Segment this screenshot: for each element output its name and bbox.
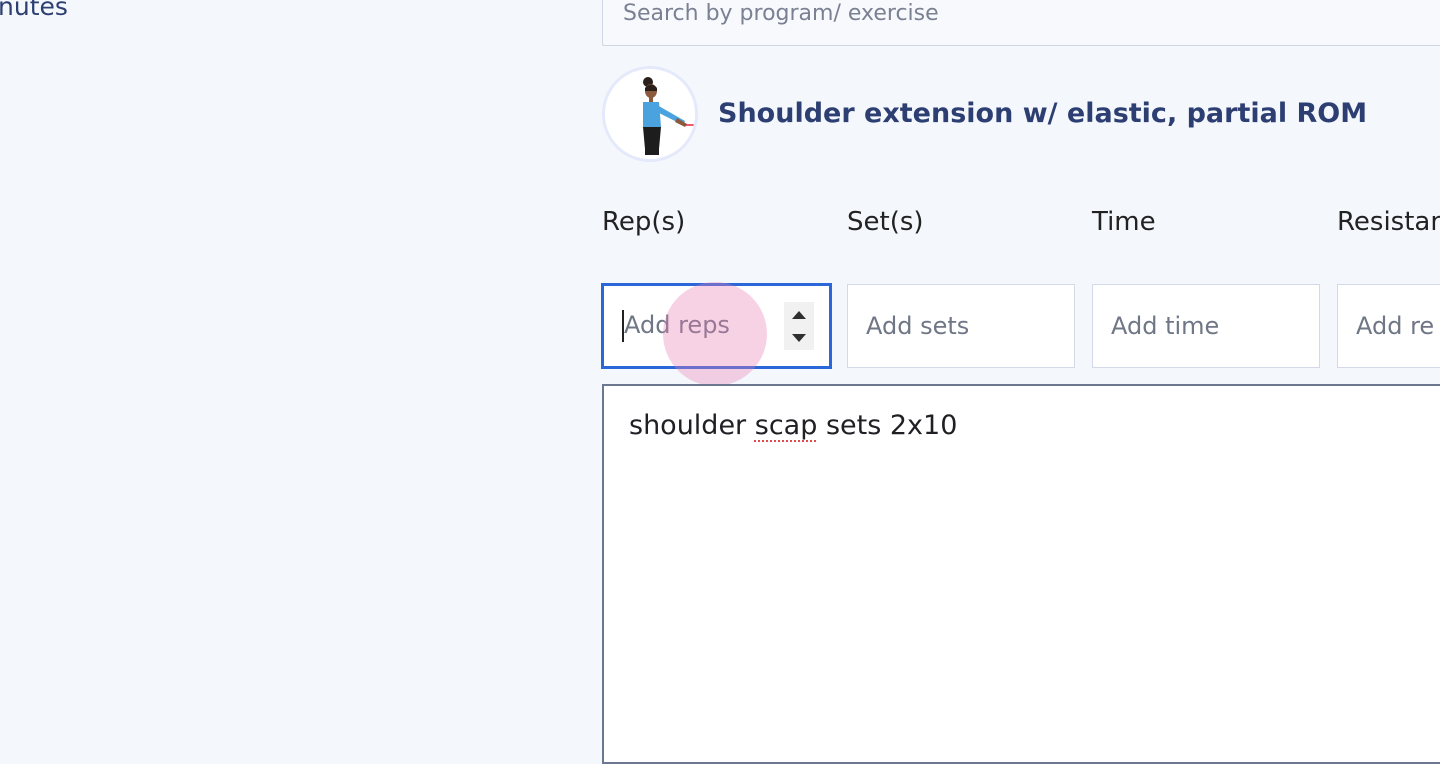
misspelled-word: scap xyxy=(754,410,818,441)
time-label: Time xyxy=(1092,207,1156,237)
time-input[interactable] xyxy=(1109,311,1303,341)
notes-text-prefix: shoulder xyxy=(629,410,755,441)
exercise-title[interactable]: Shoulder extension w/ elastic, partial R… xyxy=(718,98,1367,129)
sets-input[interactable] xyxy=(864,311,1058,341)
reps-field[interactable] xyxy=(601,283,832,369)
sets-field[interactable] xyxy=(847,284,1075,368)
reps-input[interactable] xyxy=(622,310,776,340)
text-caret xyxy=(622,310,624,342)
person-with-elastic-band-icon xyxy=(605,69,695,159)
exercise-item[interactable]: Shoulder extension w/ elastic, partial R… xyxy=(602,66,1402,162)
reps-label: Rep(s) xyxy=(602,207,686,237)
exercise-thumbnail xyxy=(602,66,698,162)
stepper-down-icon[interactable] xyxy=(792,334,806,342)
reps-stepper[interactable] xyxy=(784,302,814,350)
notes-textarea[interactable]: shoulder scap sets 2x10 xyxy=(602,384,1440,764)
notes-text-suffix: sets 2x10 xyxy=(817,410,958,441)
resistance-field[interactable] xyxy=(1337,284,1440,368)
search-field[interactable] xyxy=(602,0,1440,46)
sidebar-text-fragment: nutes xyxy=(0,0,68,21)
sets-label: Set(s) xyxy=(847,207,924,237)
stepper-up-icon[interactable] xyxy=(792,311,806,319)
notes-text: shoulder scap sets 2x10 xyxy=(629,410,957,441)
time-field[interactable] xyxy=(1092,284,1320,368)
resistance-label: Resistan xyxy=(1337,207,1440,237)
search-input[interactable] xyxy=(621,0,1440,29)
resistance-input[interactable] xyxy=(1354,311,1440,341)
